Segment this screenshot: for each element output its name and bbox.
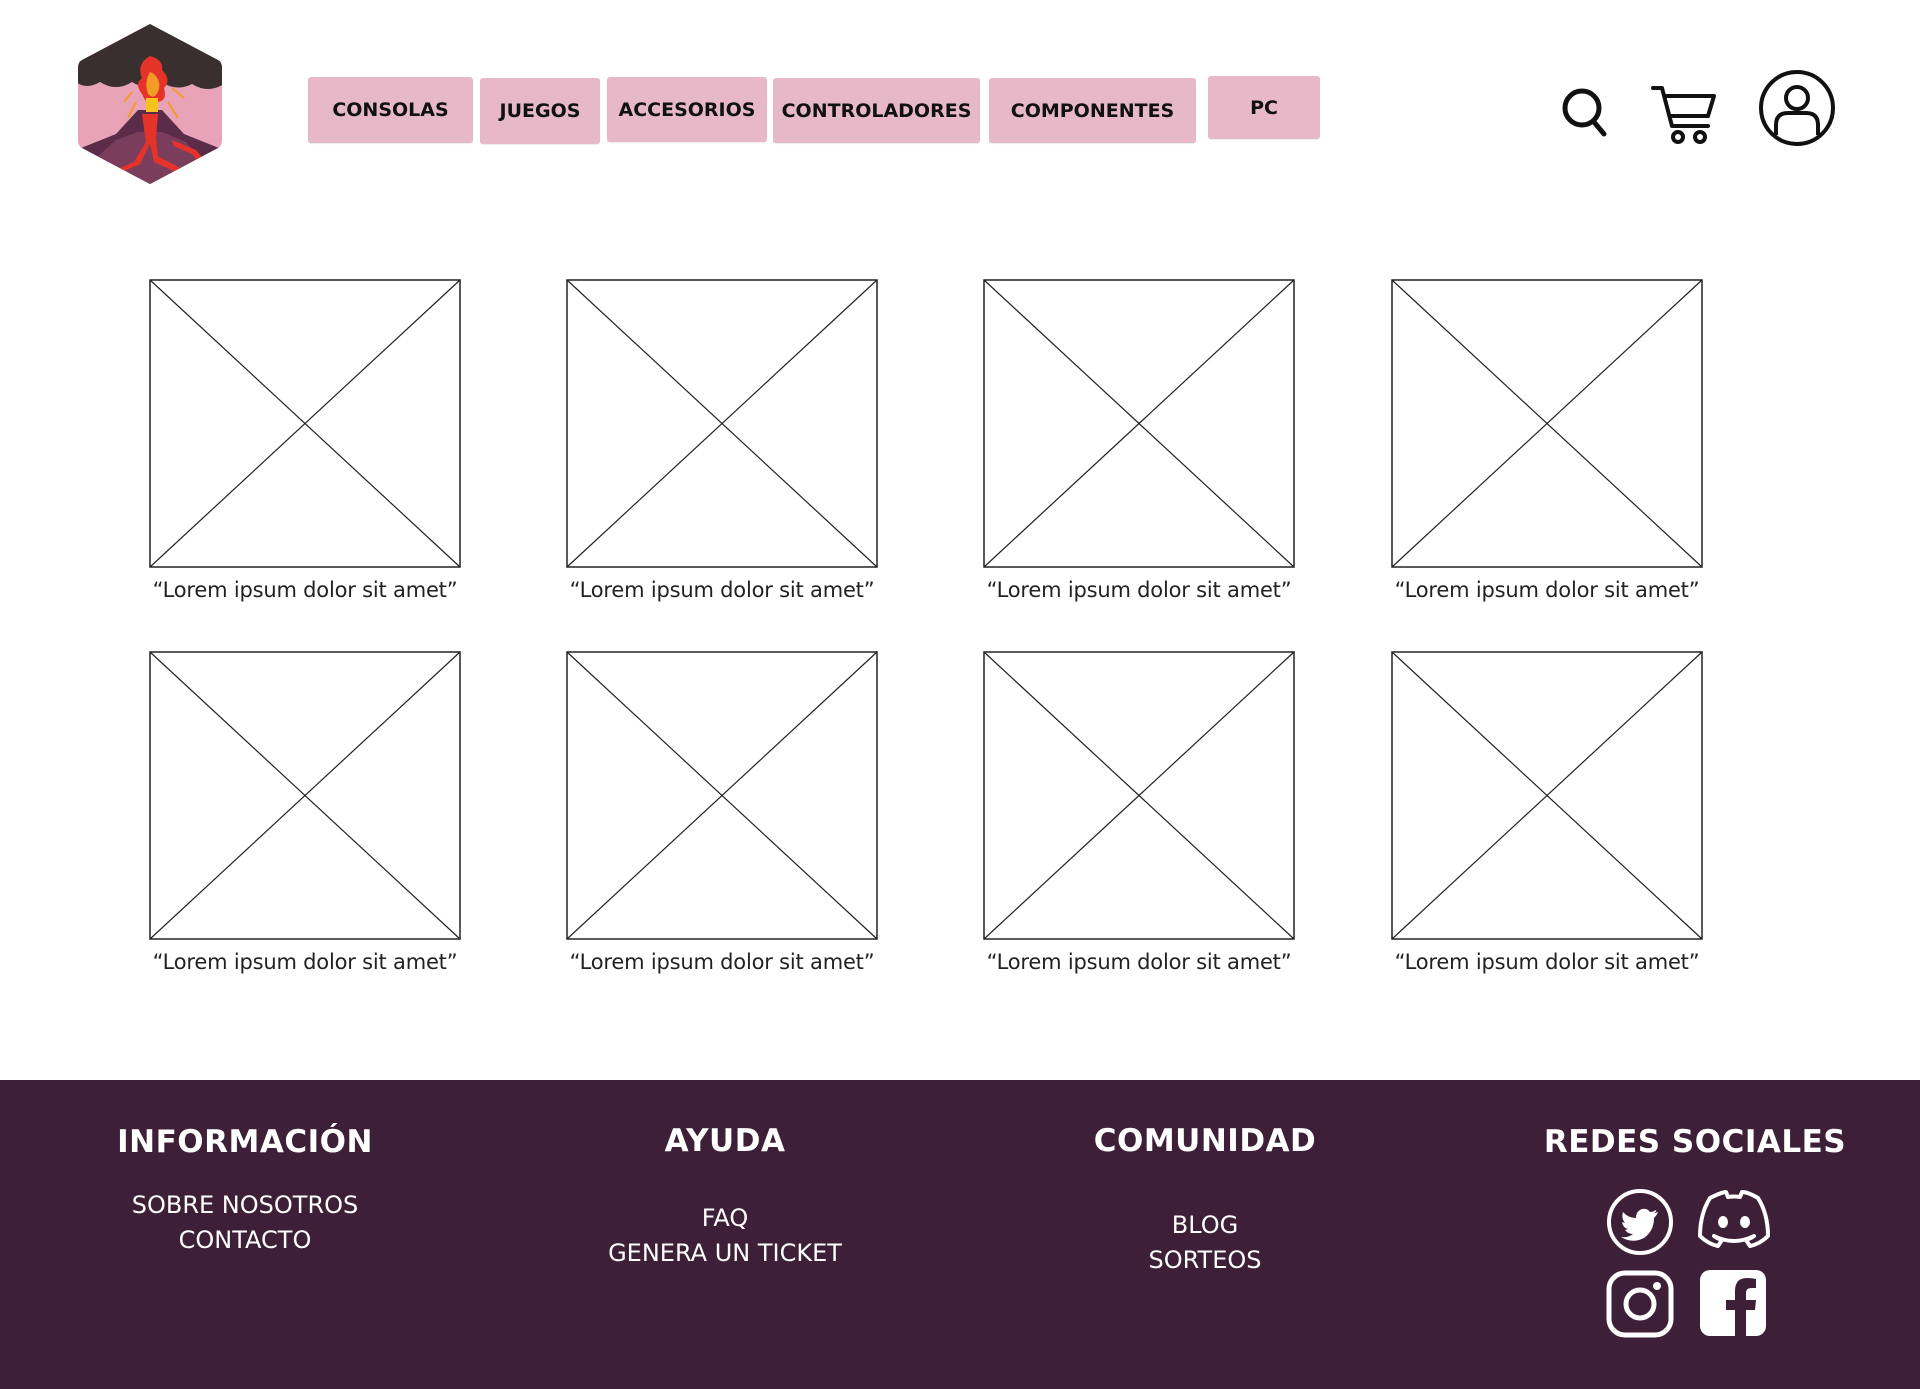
product-card[interactable]: “Lorem ipsum dolor sit amet”: [983, 279, 1295, 602]
product-image-placeholder[interactable]: [1391, 279, 1703, 568]
product-caption: “Lorem ipsum dolor sit amet”: [569, 578, 875, 602]
product-image-placeholder[interactable]: [983, 279, 1295, 568]
search-icon[interactable]: [1560, 86, 1608, 143]
footer-social-title: REDES SOCIALES: [1543, 1124, 1847, 1160]
link-faq[interactable]: FAQ: [585, 1201, 865, 1236]
product-caption: “Lorem ipsum dolor sit amet”: [152, 950, 458, 974]
footer: INFORMACIÓN SOBRE NOSOTROS CONTACTO AYUD…: [0, 1080, 1920, 1389]
nav-juegos[interactable]: JUEGOS: [480, 78, 600, 144]
link-blog[interactable]: BLOG: [1055, 1208, 1355, 1243]
twitter-icon[interactable]: [1606, 1188, 1674, 1261]
link-sorteos[interactable]: SORTEOS: [1055, 1243, 1355, 1278]
product-image-placeholder[interactable]: [149, 279, 461, 568]
product-card[interactable]: “Lorem ipsum dolor sit amet”: [566, 279, 878, 602]
instagram-icon[interactable]: [1606, 1270, 1674, 1343]
nav-pc[interactable]: PC: [1208, 76, 1320, 139]
footer-social-column: REDES SOCIALES: [1530, 1080, 1860, 1160]
footer-info-title: INFORMACIÓN: [117, 1124, 373, 1160]
product-caption: “Lorem ipsum dolor sit amet”: [152, 578, 458, 602]
product-caption: “Lorem ipsum dolor sit amet”: [1394, 950, 1700, 974]
product-caption: “Lorem ipsum dolor sit amet”: [986, 950, 1292, 974]
discord-icon[interactable]: [1696, 1188, 1772, 1255]
facebook-icon[interactable]: [1698, 1268, 1768, 1343]
product-image-placeholder[interactable]: [149, 651, 461, 940]
product-image-placeholder[interactable]: [566, 279, 878, 568]
product-image-placeholder[interactable]: [566, 651, 878, 940]
footer-help-title: AYUDA: [664, 1123, 786, 1159]
product-card[interactable]: “Lorem ipsum dolor sit amet”: [566, 651, 878, 974]
footer-info-column: INFORMACIÓN SOBRE NOSOTROS CONTACTO: [100, 1080, 390, 1258]
product-card[interactable]: “Lorem ipsum dolor sit amet”: [149, 279, 461, 602]
cart-icon[interactable]: [1650, 82, 1718, 151]
user-icon[interactable]: [1758, 69, 1836, 152]
footer-community-title: COMUNIDAD: [1093, 1123, 1317, 1159]
nav-controladores[interactable]: CONTROLADORES: [773, 78, 980, 143]
product-caption: “Lorem ipsum dolor sit amet”: [1394, 578, 1700, 602]
product-caption: “Lorem ipsum dolor sit amet”: [986, 578, 1292, 602]
footer-community-column: COMUNIDAD BLOG SORTEOS: [1055, 1080, 1355, 1278]
product-card[interactable]: “Lorem ipsum dolor sit amet”: [983, 651, 1295, 974]
nav-consolas[interactable]: CONSOLAS: [308, 77, 473, 143]
product-card[interactable]: “Lorem ipsum dolor sit amet”: [1391, 651, 1703, 974]
link-contacto[interactable]: CONTACTO: [100, 1223, 390, 1258]
nav-accesorios[interactable]: ACCESORIOS: [607, 77, 767, 142]
product-image-placeholder[interactable]: [1391, 651, 1703, 940]
link-sobre-nosotros[interactable]: SOBRE NOSOTROS: [100, 1188, 390, 1223]
product-image-placeholder[interactable]: [983, 651, 1295, 940]
volcano-logo[interactable]: [76, 22, 224, 186]
link-genera-ticket[interactable]: GENERA UN TICKET: [585, 1236, 865, 1271]
product-caption: “Lorem ipsum dolor sit amet”: [569, 950, 875, 974]
footer-help-column: AYUDA FAQ GENERA UN TICKET: [585, 1080, 865, 1271]
product-card[interactable]: “Lorem ipsum dolor sit amet”: [1391, 279, 1703, 602]
product-card[interactable]: “Lorem ipsum dolor sit amet”: [149, 651, 461, 974]
nav-componentes[interactable]: COMPONENTES: [989, 78, 1196, 143]
